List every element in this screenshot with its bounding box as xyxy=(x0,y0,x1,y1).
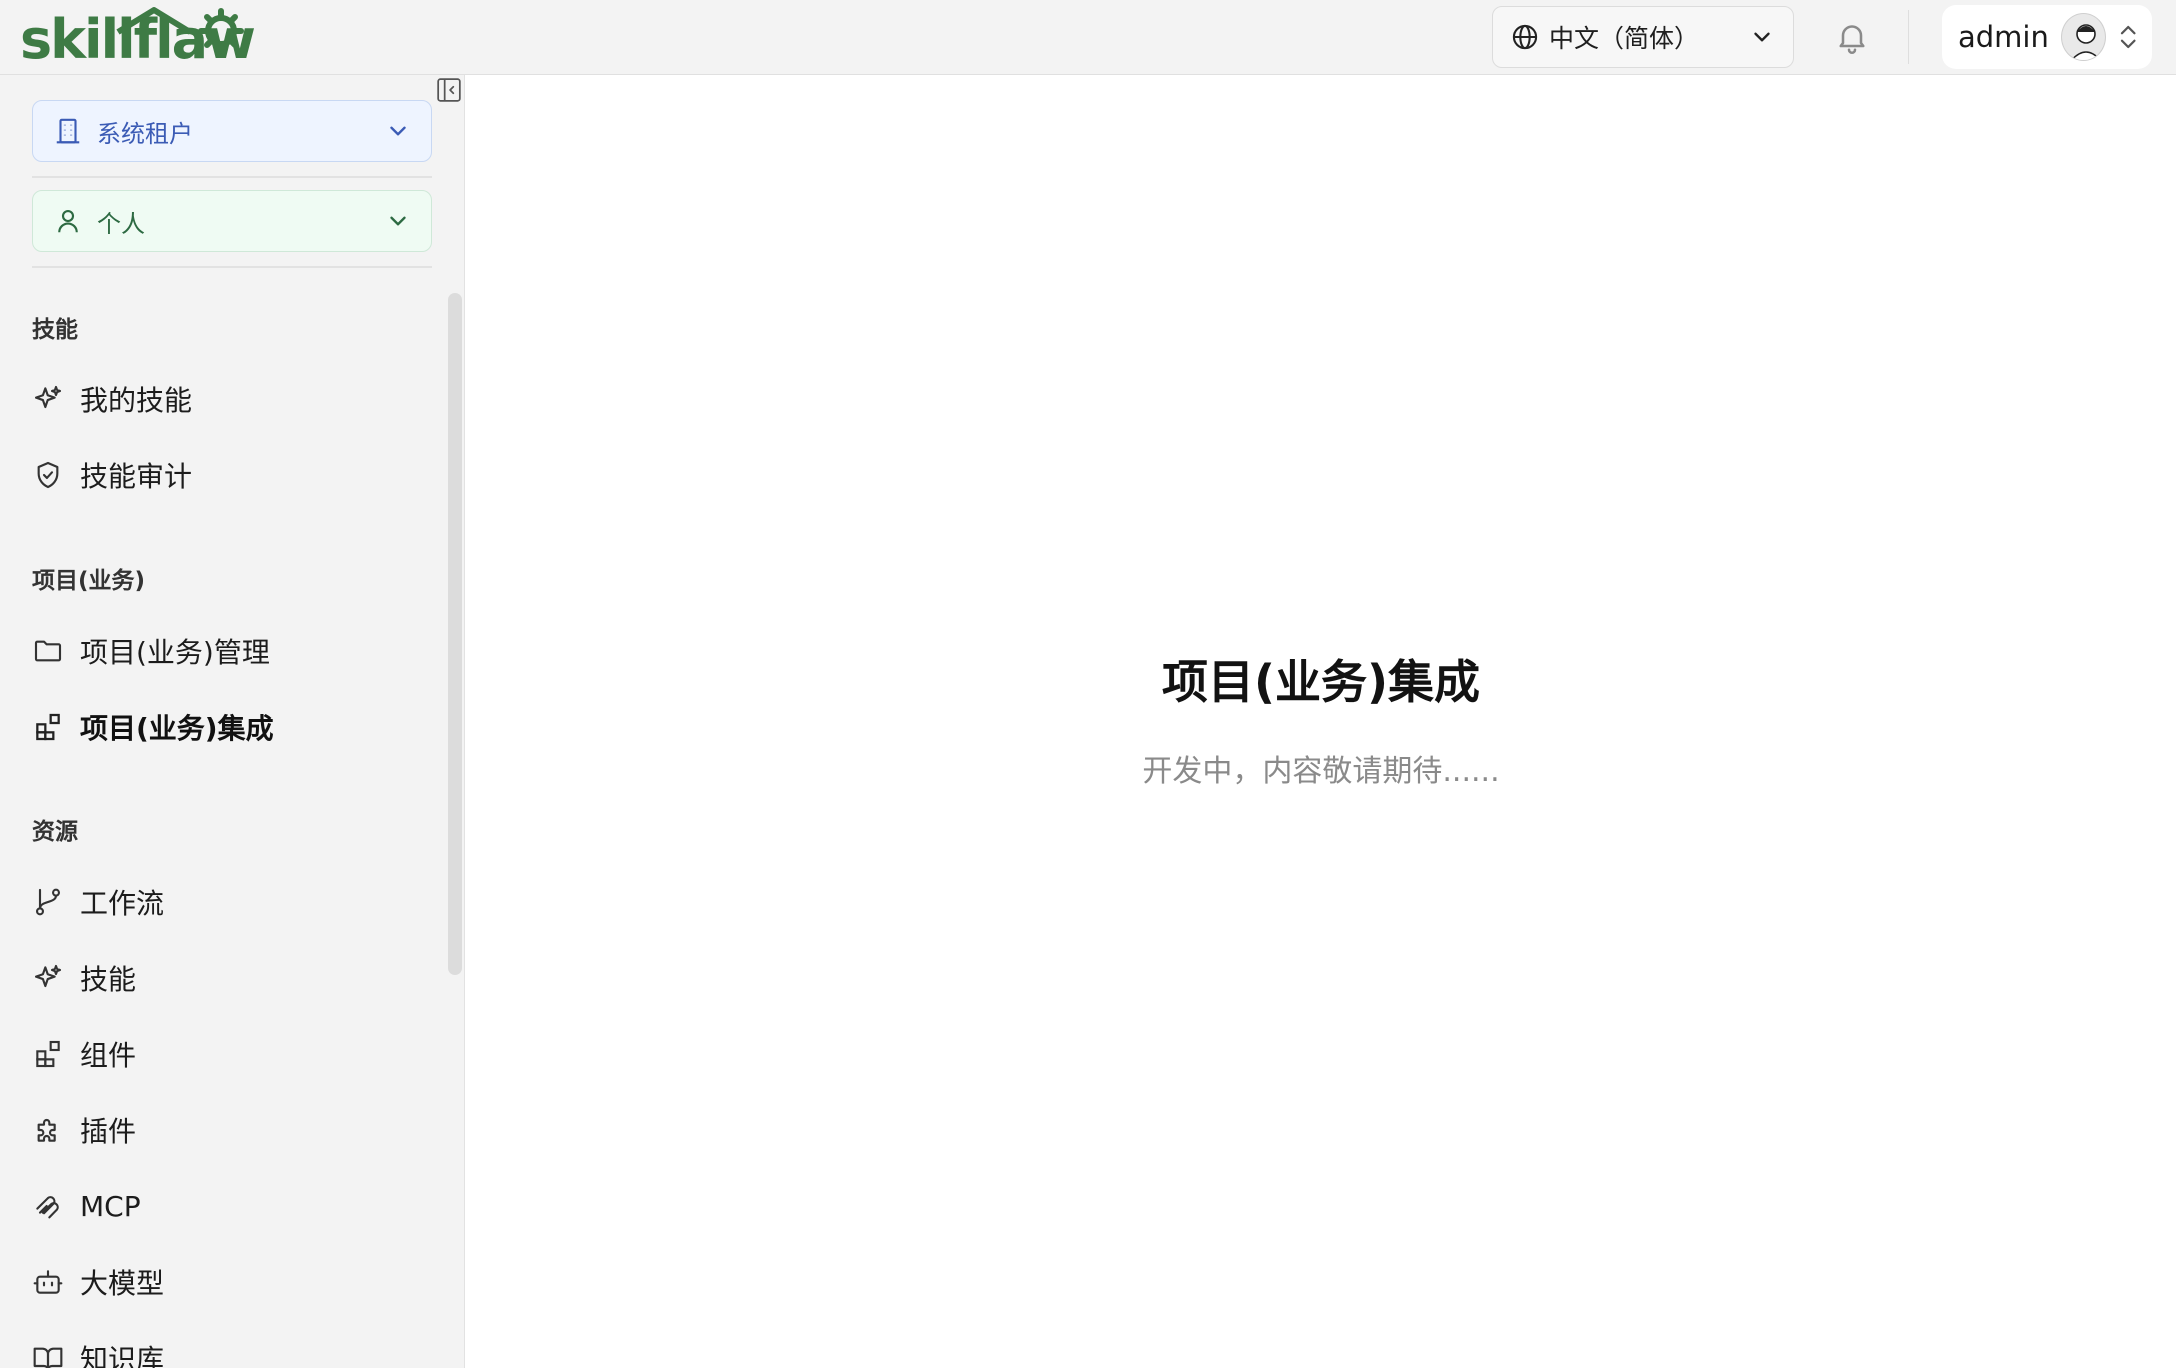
sparkle-icon xyxy=(34,964,62,988)
building-icon xyxy=(56,118,80,144)
sidebar-item-label: 技能 xyxy=(80,963,137,996)
sidebar-item-llm[interactable]: 大模型 xyxy=(22,1251,432,1313)
sidebar-item-skills[interactable]: 技能 xyxy=(22,947,432,1009)
globe-icon xyxy=(1512,24,1538,50)
bot-icon xyxy=(33,1270,63,1294)
mcp-icon xyxy=(36,1196,59,1219)
language-select[interactable]: 中文（简体） xyxy=(1492,6,1794,68)
page-subtitle: 开发中，内容敬请期待...... xyxy=(1142,754,1500,789)
chevron-down-icon xyxy=(1754,32,1770,42)
space-select-value: 个人 xyxy=(97,209,145,238)
book-icon xyxy=(33,1347,63,1368)
sidebar-divider xyxy=(32,266,432,268)
sidebar-item-knowledge-base[interactable]: 知识库 xyxy=(22,1327,432,1368)
sidebar-item-label: 知识库 xyxy=(80,1343,165,1368)
user-name: admin xyxy=(1958,20,2049,54)
sidebar-item-label: 技能审计 xyxy=(80,460,193,493)
chevron-down-icon xyxy=(390,216,406,226)
page-title: 项目(业务)集成 xyxy=(1161,655,1481,709)
blocks-icon xyxy=(36,713,60,741)
sidebar-divider xyxy=(32,176,432,178)
sidebar-item-project-management[interactable]: 项目(业务)管理 xyxy=(22,620,432,682)
bell-icon[interactable] xyxy=(1834,18,1870,56)
sidebar-item-components[interactable]: 组件 xyxy=(22,1023,432,1085)
user-menu[interactable]: admin xyxy=(1942,5,2152,69)
user-icon xyxy=(58,209,78,233)
language-value: 中文（简体） xyxy=(1549,24,1700,53)
sidebar-item-my-skills[interactable]: 我的技能 xyxy=(22,368,432,430)
sidebar-item-label: 工作流 xyxy=(80,887,165,920)
brand-logo[interactable]: skillflaw xyxy=(20,4,275,70)
tenant-select-value: 系统租户 xyxy=(97,119,193,148)
tenant-select[interactable]: 系统租户 xyxy=(32,100,432,162)
sidebar-item-plugins[interactable]: 插件 xyxy=(22,1099,432,1161)
sidebar-item-label: 我的技能 xyxy=(80,384,193,417)
puzzle-icon xyxy=(37,1119,56,1142)
sidebar: 系统租户 个人 技能 我的技能 技能审计 项目(业务) 项目(业务)管理 项目(… xyxy=(0,75,465,1368)
header-divider xyxy=(1908,10,1909,64)
logo-gear-icon xyxy=(198,8,244,54)
sidebar-item-workflow[interactable]: 工作流 xyxy=(22,871,432,933)
space-select[interactable]: 个人 xyxy=(32,190,432,252)
sidebar-item-label: 大模型 xyxy=(80,1267,165,1300)
section-title-projects: 项目(业务) xyxy=(32,568,146,594)
sparkle-icon xyxy=(34,385,62,409)
logo-roof-icon xyxy=(116,7,192,35)
sidebar-item-skill-audit[interactable]: 技能审计 xyxy=(22,444,432,506)
sidebar-item-label: 组件 xyxy=(80,1039,137,1072)
section-title-resources: 资源 xyxy=(32,819,78,845)
chevron-down-icon xyxy=(390,126,406,136)
shield-check-icon xyxy=(37,461,59,489)
sidebar-collapse-icon[interactable] xyxy=(436,77,462,103)
folder-icon xyxy=(34,640,62,662)
sidebar-item-label: 插件 xyxy=(80,1115,137,1148)
main-content: 项目(业务)集成 开发中，内容敬请期待...... xyxy=(466,76,2176,1368)
sidebar-item-label: MCP xyxy=(80,1189,141,1223)
app-root: skillflaw 中文（简体） admin 系统租户 个人 技能 我的技能 技… xyxy=(0,0,2176,1368)
sidebar-item-label: 项目(业务)集成 xyxy=(80,712,274,745)
top-bar: skillflaw 中文（简体） admin xyxy=(0,0,2176,75)
sidebar-item-label: 项目(业务)管理 xyxy=(80,636,270,669)
chevron-up-down-icon xyxy=(2120,25,2136,49)
sidebar-item-project-integration[interactable]: 项目(业务)集成 xyxy=(22,696,432,758)
sidebar-item-mcp[interactable]: MCP xyxy=(22,1175,432,1237)
avatar-icon xyxy=(2060,13,2106,61)
section-title-skills: 技能 xyxy=(32,317,78,343)
branch-icon xyxy=(35,888,61,916)
blocks-icon xyxy=(36,1040,60,1068)
sidebar-scrollbar[interactable] xyxy=(448,293,462,975)
